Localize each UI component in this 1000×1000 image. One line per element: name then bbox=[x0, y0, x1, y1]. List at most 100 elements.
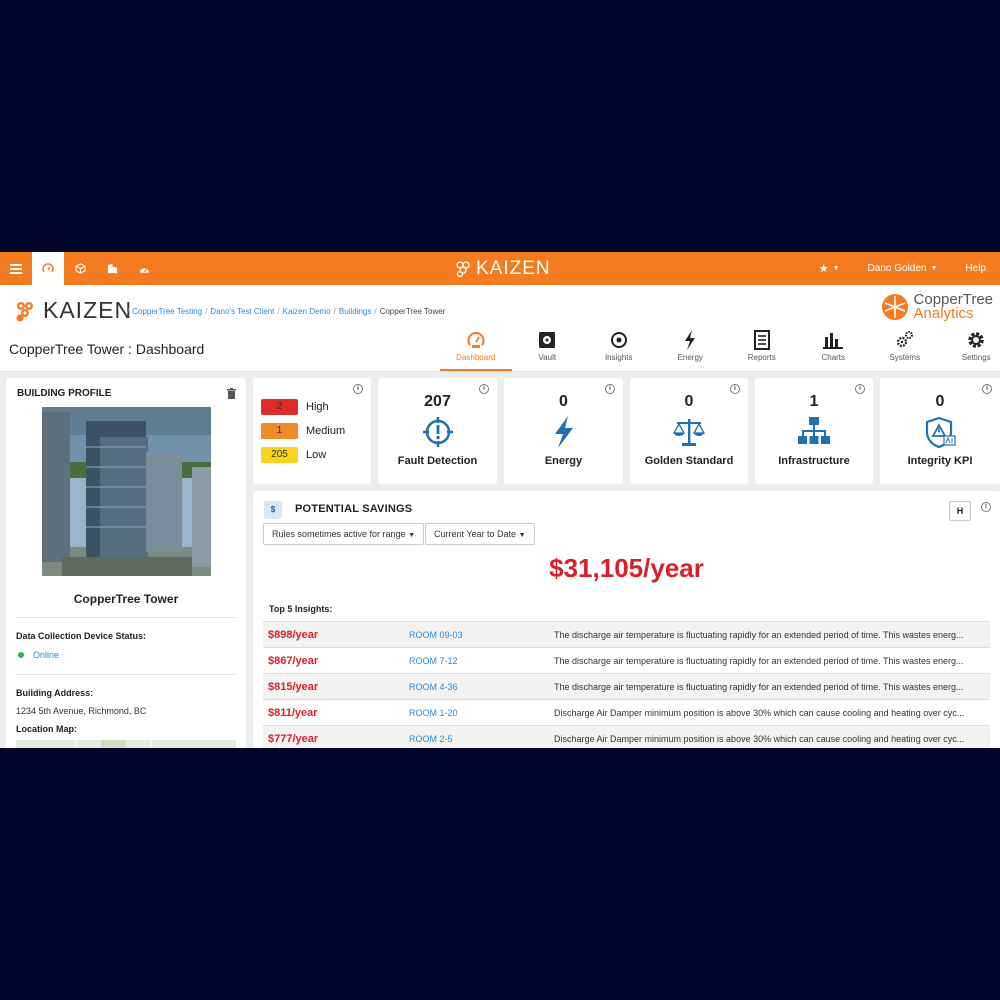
table-row[interactable]: $777/year ROOM 2-5 Discharge Air Damper … bbox=[263, 725, 990, 748]
cube-icon[interactable] bbox=[64, 252, 96, 285]
insight-room-link[interactable]: ROOM 4-36 bbox=[409, 682, 554, 692]
severity-card: i 2 High 1 Medium 205 Low bbox=[253, 378, 371, 484]
tab-label: Energy bbox=[677, 353, 703, 362]
tab-reports[interactable]: Reports bbox=[726, 329, 798, 371]
insight-room-link[interactable]: ROOM 7-12 bbox=[409, 656, 554, 666]
insight-amount: $777/year bbox=[268, 732, 319, 745]
breadcrumb-item[interactable]: Dano's Test Client bbox=[210, 307, 274, 316]
gauge-icon[interactable] bbox=[128, 252, 160, 285]
tab-label: Reports bbox=[747, 353, 776, 362]
divider bbox=[16, 617, 236, 618]
severity-medium[interactable]: 1 Medium bbox=[261, 423, 345, 439]
bolt-icon bbox=[554, 416, 573, 448]
page-title: CopperTree Tower : Dashboard bbox=[9, 341, 205, 357]
profile-title: BUILDING PROFILE bbox=[17, 388, 112, 399]
breadcrumb-item[interactable]: CopperTree Testing bbox=[132, 307, 202, 316]
gear-icon bbox=[968, 332, 984, 348]
building-icon[interactable] bbox=[96, 252, 128, 285]
table-row[interactable]: $867/year ROOM 7-12 The discharge air te… bbox=[263, 647, 990, 673]
shield-alert-icon bbox=[925, 416, 956, 448]
metric-value: 1 bbox=[809, 393, 819, 410]
period-filter-dropdown[interactable]: Current Year to Date ▼ bbox=[425, 523, 535, 545]
metric-card-infrastructure[interactable]: i 1 Infrastructure bbox=[755, 378, 873, 484]
insight-description: The discharge air temperature is fluctua… bbox=[554, 629, 964, 640]
kaizen-hex-icon bbox=[16, 301, 33, 321]
building-photo bbox=[42, 407, 211, 576]
breadcrumb-item[interactable]: Kaizen Demo bbox=[283, 307, 331, 316]
severity-high[interactable]: 2 High bbox=[261, 399, 329, 415]
insight-description: The discharge air temperature is fluctua… bbox=[554, 655, 964, 666]
table-row[interactable]: $811/year ROOM 1-20 Discharge Air Damper… bbox=[263, 699, 990, 725]
table-row[interactable]: $898/year ROOM 09-03 The discharge air t… bbox=[263, 621, 990, 647]
metric-value: 0 bbox=[935, 393, 945, 410]
kaizen-top-logo[interactable]: KAIZEN bbox=[454, 258, 551, 280]
chevron-down-icon: ▼ bbox=[930, 265, 938, 272]
vault-icon bbox=[539, 332, 556, 348]
tab-insights[interactable]: Insights bbox=[583, 329, 655, 371]
rules-filter-dropdown[interactable]: Rules sometimes active for range ▼ bbox=[263, 523, 425, 545]
coppertree-logo-icon bbox=[881, 294, 908, 320]
metric-value: 0 bbox=[559, 393, 568, 410]
tab-systems[interactable]: Systems bbox=[869, 329, 941, 371]
delete-icon[interactable] bbox=[227, 386, 236, 404]
chevron-down-icon: ▼ bbox=[832, 265, 840, 272]
menu-icon[interactable] bbox=[0, 252, 32, 285]
user-name: Dano Golden bbox=[867, 263, 927, 274]
bar-chart-icon bbox=[823, 333, 844, 349]
top-bar: KAIZEN ★ ▼ Dano Golden ▼ Help bbox=[0, 252, 1000, 285]
help-label: Help bbox=[965, 263, 986, 274]
status-dot-icon bbox=[18, 652, 24, 658]
divider bbox=[16, 674, 236, 675]
insight-room-link[interactable]: ROOM 2-5 bbox=[409, 734, 554, 744]
main-tabs: Dashboard Vault Insights Energy Reports … bbox=[440, 329, 1000, 371]
tab-label: Insights bbox=[604, 353, 633, 362]
table-row[interactable]: $815/year ROOM 4-36 The discharge air te… bbox=[263, 673, 990, 699]
insight-amount: $815/year bbox=[268, 680, 319, 693]
insight-description: Discharge Air Damper minimum position is… bbox=[554, 733, 965, 744]
metric-card-integrity-kpi[interactable]: i 0 Integrity KPI bbox=[880, 378, 1000, 484]
savings-title: POTENTIAL SAVINGS bbox=[295, 503, 413, 515]
info-icon[interactable]: i bbox=[353, 384, 363, 394]
metric-value: 207 bbox=[424, 393, 451, 410]
insight-room-link[interactable]: ROOM 09-03 bbox=[409, 630, 554, 640]
bolt-icon bbox=[685, 330, 696, 350]
tab-label: Systems bbox=[889, 353, 921, 362]
brand-text: KAIZEN bbox=[43, 297, 133, 323]
coppertree-logo-line2: Analytics bbox=[913, 305, 974, 322]
eye-icon bbox=[610, 332, 627, 348]
breadcrumb: / CopperTree Testing / Dano's Test Client… bbox=[127, 307, 446, 316]
tab-energy[interactable]: Energy bbox=[655, 329, 727, 371]
topbar-right: ★ ▼ Dano Golden ▼ Help bbox=[805, 252, 1000, 285]
favorites-menu[interactable]: ★ ▼ bbox=[805, 262, 854, 275]
kaizen-brand[interactable]: KAIZEN bbox=[13, 297, 132, 324]
potential-savings-panel: $ POTENTIAL SAVINGS H i Rules sometimes … bbox=[253, 491, 1000, 748]
chevron-down-icon: ▼ bbox=[408, 532, 416, 539]
help-link[interactable]: Help bbox=[951, 263, 1000, 274]
severity-low[interactable]: 205 Low bbox=[261, 447, 326, 463]
metric-card-energy[interactable]: i 0 Energy bbox=[504, 378, 623, 484]
page-header: KAIZEN / CopperTree Testing / Dano's Test… bbox=[0, 285, 1000, 372]
metric-card-golden-standard[interactable]: i 0 Golden Standard bbox=[630, 378, 748, 484]
location-map[interactable] bbox=[16, 740, 236, 748]
tab-vault[interactable]: Vault bbox=[512, 329, 584, 371]
insight-room-link[interactable]: ROOM 1-20 bbox=[409, 708, 554, 718]
dropdown-value: Rules sometimes active for range bbox=[272, 529, 406, 539]
tab-label: Dashboard bbox=[456, 353, 496, 362]
tab-charts[interactable]: Charts bbox=[798, 329, 870, 371]
dashboard-icon[interactable] bbox=[32, 252, 64, 285]
tab-dashboard[interactable]: Dashboard bbox=[440, 329, 512, 371]
scale-icon bbox=[673, 419, 705, 446]
dollar-icon: $ bbox=[264, 501, 282, 519]
history-button[interactable]: H bbox=[949, 501, 971, 521]
breadcrumb-item[interactable]: Buildings bbox=[339, 307, 371, 316]
user-menu[interactable]: Dano Golden ▼ bbox=[854, 263, 952, 274]
total-savings: $31,105/year bbox=[549, 553, 704, 583]
tab-settings[interactable]: Settings bbox=[941, 329, 1000, 371]
metric-card-fault-detection[interactable]: i 207 Fault Detection bbox=[378, 378, 497, 484]
severity-count: 205 bbox=[261, 447, 298, 463]
insight-amount: $811/year bbox=[268, 706, 318, 719]
metric-label: Infrastructure bbox=[778, 455, 850, 467]
metric-label: Fault Detection bbox=[397, 455, 478, 467]
kaizen-hex-icon bbox=[456, 261, 470, 278]
info-icon[interactable]: i bbox=[981, 502, 991, 512]
